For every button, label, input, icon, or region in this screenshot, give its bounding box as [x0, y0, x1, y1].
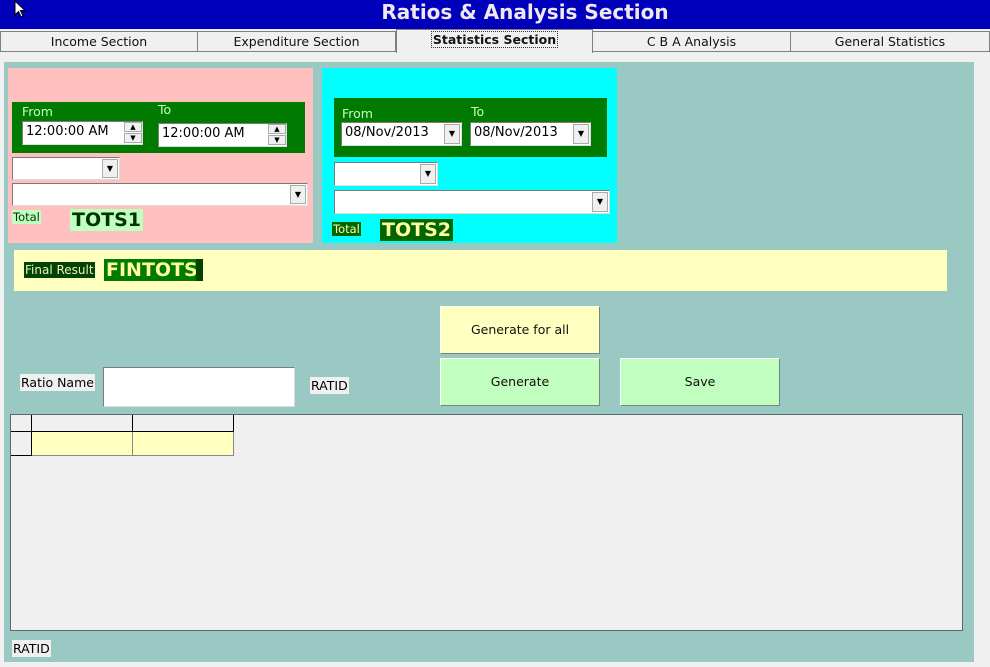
from-time-value: 12:00:00 AM — [26, 124, 109, 139]
grid-cell[interactable] — [133, 432, 234, 456]
item-combo-1[interactable]: ▼ — [12, 183, 308, 206]
to-time-value: 12:00:00 AM — [162, 126, 245, 141]
spin-up-icon[interactable]: ▲ — [268, 124, 286, 134]
grid-cell[interactable] — [32, 432, 133, 456]
chevron-down-icon[interactable]: ▼ — [290, 185, 306, 204]
to-date-value: 08/Nov/2013 — [474, 125, 558, 140]
calendar-dropdown-icon[interactable]: ▼ — [444, 124, 460, 144]
generate-for-all-button[interactable]: Generate for all — [440, 306, 600, 354]
spin-down-icon[interactable]: ▼ — [124, 133, 142, 143]
ratio-name-label: Ratio Name — [20, 374, 95, 391]
tab-strip: Income Section Expenditure Section Stati… — [0, 29, 990, 53]
total-value-1: TOTS1 — [70, 209, 143, 231]
chevron-down-icon[interactable]: ▼ — [592, 192, 608, 212]
tab-label: Statistics Section — [430, 31, 559, 48]
ratio-data-grid[interactable] — [10, 414, 963, 631]
total-label-1: Total — [12, 210, 41, 224]
from-time-spinner[interactable]: ▲ ▼ — [124, 122, 142, 144]
tab-label: Expenditure Section — [233, 34, 360, 49]
tab-general-statistics[interactable]: General Statistics — [790, 31, 990, 52]
to-label: To — [158, 102, 172, 117]
to-label: To — [471, 104, 485, 119]
tab-income-section[interactable]: Income Section — [0, 31, 198, 52]
ratio-id-label: RATID — [310, 377, 349, 394]
grid-row-header[interactable] — [11, 432, 32, 456]
save-button[interactable]: Save — [620, 358, 780, 406]
text-caret — [196, 259, 203, 281]
tab-statistics-section[interactable]: Statistics Section — [396, 29, 593, 53]
spin-up-icon[interactable]: ▲ — [124, 122, 142, 132]
tab-label: C B A Analysis — [646, 34, 737, 49]
from-label: From — [22, 104, 53, 119]
spin-down-icon[interactable]: ▼ — [268, 135, 286, 145]
total-label-2: Total — [332, 222, 361, 236]
final-result-label: Final Result — [24, 262, 95, 278]
calendar-dropdown-icon[interactable]: ▼ — [573, 124, 589, 144]
from-date-picker[interactable]: 08/Nov/2013 ▼ — [341, 122, 462, 146]
tab-expenditure-section[interactable]: Expenditure Section — [197, 31, 396, 52]
category-combo-2[interactable]: ▼ — [334, 162, 438, 186]
chevron-down-icon[interactable]: ▼ — [102, 159, 118, 178]
to-time-spinner[interactable]: ▲ ▼ — [268, 124, 286, 146]
to-date-picker[interactable]: 08/Nov/2013 ▼ — [470, 122, 591, 146]
generate-button[interactable]: Generate — [440, 358, 600, 406]
tab-label: General Statistics — [834, 34, 946, 49]
total-value-2: TOTS2 — [380, 219, 453, 241]
final-result-value: FINTOTS — [104, 259, 200, 281]
grid-column-header[interactable] — [32, 415, 133, 432]
from-label: From — [342, 106, 373, 121]
time-range-panel — [8, 68, 313, 243]
tab-cba-analysis[interactable]: C B A Analysis — [592, 31, 791, 52]
chevron-down-icon[interactable]: ▼ — [420, 164, 436, 184]
item-combo-2[interactable]: ▼ — [334, 190, 610, 214]
category-combo-1[interactable]: ▼ — [12, 157, 120, 180]
from-date-value: 08/Nov/2013 — [345, 125, 429, 140]
tab-label: Income Section — [50, 34, 148, 49]
title-bar: Ratios & Analysis Section — [0, 0, 990, 29]
mouse-cursor-icon — [14, 0, 26, 18]
window-title: Ratios & Analysis Section — [381, 0, 669, 24]
footer-ratio-id-label: RATID — [12, 640, 51, 657]
grid-column-header[interactable] — [133, 415, 234, 432]
ratio-name-input[interactable] — [103, 367, 295, 407]
grid-corner-header — [11, 415, 32, 432]
